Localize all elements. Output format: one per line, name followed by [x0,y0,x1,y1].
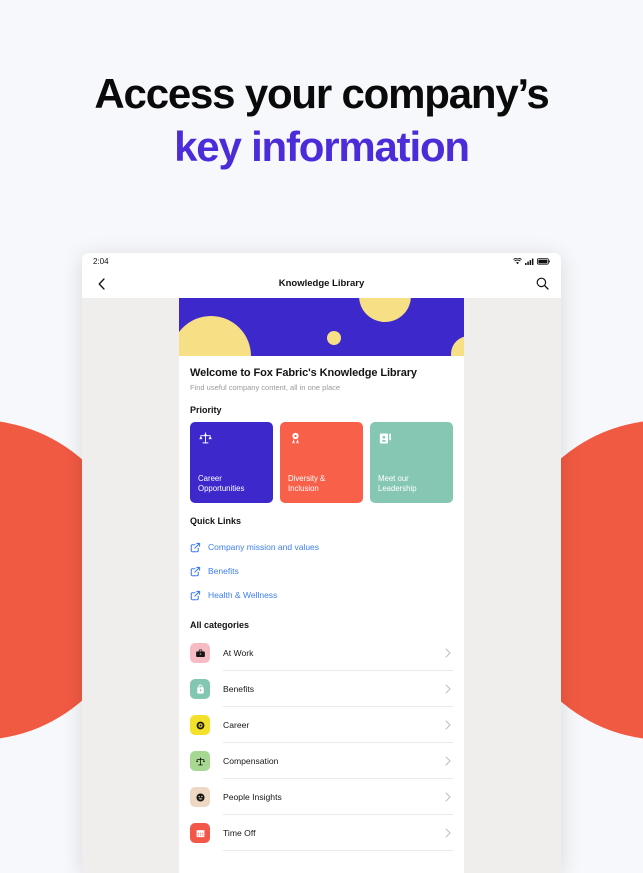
all-categories-heading: All categories [190,620,250,630]
search-button[interactable] [534,276,550,292]
category-row-compensation[interactable]: Compensation [190,743,453,779]
hero-circle-small [327,331,341,345]
category-label: At Work [223,648,254,658]
welcome-subtitle: Find useful company content, all in one … [190,383,341,392]
scales-icon [195,756,205,765]
external-link-icon [190,542,201,552]
category-label: Benefits [223,684,255,694]
hero-circle-large [179,316,251,356]
chevron-left-icon [98,277,105,290]
status-bar-icons [513,257,550,265]
briefcase-icon [195,648,205,657]
quick-links-heading: Quick Links [190,516,242,526]
category-tile [190,679,210,699]
priority-card-row: Career Opportunities Diversity & Inclusi… [190,422,453,503]
page-headline: Access your company’s key information [0,70,643,170]
category-label: Career [223,720,250,730]
hero-circle-top [359,298,411,322]
external-link-icon [190,566,201,576]
id-badge-icon [379,433,391,444]
content-column: Welcome to Fox Fabric's Knowledge Librar… [179,298,464,873]
page-title: Knowledge Library [278,278,365,289]
category-tile [190,751,210,771]
chevron-right-icon [445,684,451,694]
priority-card-meet-our-leadership[interactable]: Meet our Leadership [370,422,453,503]
priority-card-label: Meet our Leadership [378,473,417,493]
hero-circle-edge [451,336,464,356]
quick-link-benefits[interactable]: Benefits [190,559,453,583]
cellular-signal-icon [525,258,534,265]
headline-line-1: Access your company’s [94,70,549,117]
category-list: At Work Benefits Career Compensation Peo… [190,635,453,851]
category-tile [190,787,210,807]
chevron-right-icon [445,828,451,838]
status-bar-clock: 2:04 [93,256,109,266]
back-button[interactable] [93,276,109,292]
priority-heading: Priority [190,405,222,415]
category-row-benefits[interactable]: Benefits [190,671,453,707]
shopping-bag-icon [196,684,204,694]
status-bar: 2:04 [82,253,561,269]
chevron-right-icon [445,648,451,658]
category-tile [190,715,210,735]
app-navigation-bar: Knowledge Library [82,269,561,298]
screen-scroll-area[interactable]: Welcome to Fox Fabric's Knowledge Librar… [82,298,561,873]
priority-card-career-opportunities[interactable]: Career Opportunities [190,422,273,503]
category-row-at-work[interactable]: At Work [190,635,453,671]
chevron-right-icon [445,792,451,802]
external-link-icon [190,590,201,600]
hero-banner [179,298,464,356]
quick-link-label: Health & Wellness [208,590,278,600]
quick-links-list: Company mission and values Benefits Heal… [190,535,453,607]
battery-icon [537,257,550,265]
category-label: Compensation [223,756,279,766]
ribbon-icon [292,432,299,445]
category-row-career[interactable]: Career [190,707,453,743]
priority-card-label: Diversity & Inclusion [288,473,326,493]
tablet-device-mockup: 2:04 Knowledge Library Welcome to Fox Fa… [82,253,561,873]
category-tile [190,823,210,843]
category-label: People Insights [223,792,282,802]
chevron-right-icon [445,720,451,730]
category-row-time-off[interactable]: Time Off [190,815,453,851]
priority-card-diversity-inclusion[interactable]: Diversity & Inclusion [280,422,363,503]
quick-link-health-and-wellness[interactable]: Health & Wellness [190,583,453,607]
quick-link-label: Benefits [208,566,239,576]
category-label: Time Off [223,828,256,838]
wifi-icon [513,257,522,264]
smiley-face-icon [195,792,205,802]
chevron-right-icon [445,756,451,766]
target-badge-icon [196,721,204,729]
category-tile [190,643,210,663]
calendar-icon [196,829,204,837]
headline-line-2: key information [174,123,470,171]
row-divider [223,850,453,851]
welcome-title: Welcome to Fox Fabric's Knowledge Librar… [190,367,417,379]
scales-icon [199,432,212,444]
category-row-people-insights[interactable]: People Insights [190,779,453,815]
quick-link-company-mission-and-values[interactable]: Company mission and values [190,535,453,559]
priority-card-label: Career Opportunities [198,473,245,493]
search-icon [536,277,549,290]
quick-link-label: Company mission and values [208,542,320,552]
